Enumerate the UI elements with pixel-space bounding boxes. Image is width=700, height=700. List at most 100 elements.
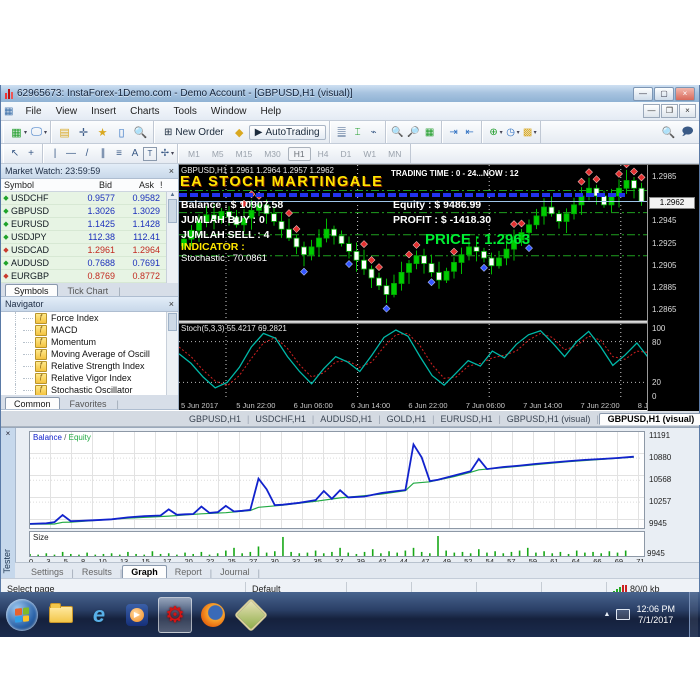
- navigator-item-momentum[interactable]: ƒ Momentum: [1, 336, 178, 349]
- market-watch-row[interactable]: ◆GBPUSD1.30261.30293: [1, 205, 178, 219]
- market-watch-row[interactable]: ◆EURUSD1.14251.14283: [1, 218, 178, 232]
- column-ask[interactable]: Ask: [115, 180, 157, 190]
- tray-expand-icon[interactable]: ▲: [604, 611, 611, 618]
- strategy-tester-icon[interactable]: 🔍: [131, 124, 150, 141]
- crosshair-tool-icon[interactable]: +: [23, 145, 39, 162]
- stochastic-panel[interactable]: Stoch(5,3,3) 55.4217 69.2821: [178, 324, 650, 400]
- minimize-button[interactable]: —: [633, 86, 653, 101]
- menu-view[interactable]: View: [49, 104, 85, 119]
- chart-tab-0[interactable]: GBPUSD,H1: [183, 414, 247, 424]
- main-chart-plot[interactable]: GBPUSD,H1 1.2961 1.2964 1.2957 1.2962 EA…: [179, 160, 649, 320]
- taskbar-media-player-button[interactable]: ▶: [120, 597, 154, 633]
- market-watch-toggle-icon[interactable]: ▤: [55, 124, 74, 141]
- tray-network-icon[interactable]: [616, 609, 631, 620]
- tester-tab-graph[interactable]: Graph: [122, 565, 167, 578]
- metaeditor-icon[interactable]: ◆: [230, 124, 249, 141]
- show-desktop-button[interactable]: [689, 592, 698, 637]
- start-button[interactable]: [6, 598, 38, 631]
- market-watch-scrollbar[interactable]: ▲: [166, 192, 178, 283]
- text-tool-icon[interactable]: A: [127, 145, 143, 162]
- menu-charts[interactable]: Charts: [123, 104, 166, 119]
- chat-icon[interactable]: 🗩: [678, 124, 697, 141]
- mdi-minimize-button[interactable]: —: [643, 104, 660, 118]
- menu-help[interactable]: Help: [253, 104, 288, 119]
- title-bar[interactable]: 62965673: InstaForex-1Demo.com - Demo Ac…: [1, 85, 699, 102]
- tab-tick-chart[interactable]: Tick Chart: [60, 285, 117, 296]
- fibonacci-tool-icon[interactable]: ≡: [111, 145, 127, 162]
- chart-tab-5[interactable]: GBPUSD,H1 (visual): [501, 414, 597, 424]
- market-watch-row[interactable]: ◆USDJPY112.38112.413: [1, 231, 178, 245]
- new-order-button[interactable]: ⊞ New Order: [158, 125, 230, 140]
- market-watch-row[interactable]: ◆AUDUSD0.76880.76913: [1, 257, 178, 271]
- tab-favorites[interactable]: Favorites: [62, 398, 115, 409]
- vertical-line-tool-icon[interactable]: |: [47, 145, 63, 162]
- auto-scroll-icon[interactable]: ⇥: [446, 124, 462, 141]
- timeframe-m5[interactable]: M5: [207, 148, 229, 160]
- tester-tab-journal[interactable]: Journal: [212, 566, 258, 578]
- terminal-toggle-icon[interactable]: ▯: [112, 124, 131, 141]
- chart-tab-2[interactable]: AUDUSD,H1: [314, 414, 378, 424]
- navigator-header[interactable]: Navigator ×: [1, 297, 178, 313]
- trendline-tool-icon[interactable]: /: [79, 145, 95, 162]
- menu-file[interactable]: File: [18, 104, 48, 119]
- maximize-button[interactable]: ▢: [654, 86, 674, 101]
- cursor-tool-icon[interactable]: ↖: [7, 145, 23, 162]
- navigator-item-force-index[interactable]: ƒ Force Index: [1, 312, 178, 325]
- menu-window[interactable]: Window: [204, 104, 254, 119]
- taskbar-metatrader-setup-button[interactable]: [234, 597, 268, 633]
- search-icon[interactable]: 🔍: [659, 124, 678, 141]
- tester-tab-results[interactable]: Results: [74, 566, 120, 578]
- timeframe-w1[interactable]: W1: [358, 148, 381, 160]
- navigator-item-relative-strength-index[interactable]: ƒ Relative Strength Index: [1, 360, 178, 373]
- tester-tab-report[interactable]: Report: [167, 566, 210, 578]
- tester-graph[interactable]: Balance / Equity: [29, 431, 645, 529]
- tester-size-graph[interactable]: Size: [29, 531, 645, 557]
- mdi-restore-button[interactable]: ❐: [661, 104, 678, 118]
- column-spread[interactable]: !: [157, 180, 169, 190]
- navigator-item-relative-vigor-index[interactable]: ƒ Relative Vigor Index: [1, 372, 178, 385]
- chart-area[interactable]: GBPUSD,H1 1.2961 1.2964 1.2957 1.2962 EA…: [178, 160, 699, 411]
- tab-symbols[interactable]: Symbols: [5, 284, 58, 297]
- chart-tab-6[interactable]: GBPUSD,H1 (visual): [598, 412, 700, 425]
- tab-common[interactable]: Common: [5, 397, 60, 409]
- navigator-close-icon[interactable]: ×: [169, 299, 174, 309]
- horizontal-line-tool-icon[interactable]: —: [63, 145, 79, 162]
- tile-windows-icon[interactable]: ▦: [422, 124, 438, 141]
- navigator-item-macd[interactable]: ƒ MACD: [1, 324, 178, 337]
- data-window-icon[interactable]: ✛: [74, 124, 93, 141]
- taskbar-internet-explorer-button[interactable]: e: [82, 597, 116, 633]
- autotrading-button[interactable]: ▶ AutoTrading: [248, 124, 326, 140]
- time-axis[interactable]: 5 Jun 2017 5 Jun 22:00 6 Jun 06:00 6 Jun 14…: [179, 400, 679, 411]
- navigator-item-stochastic-oscillator[interactable]: ƒ Stochastic Oscillator: [1, 384, 178, 396]
- timeframe-h1[interactable]: H1: [287, 146, 311, 161]
- market-watch-close-icon[interactable]: ×: [169, 166, 174, 176]
- templates-dropdown-icon[interactable]: ▾: [534, 129, 537, 136]
- timeframe-m1[interactable]: M1: [183, 148, 205, 160]
- timeframe-h4[interactable]: H4: [313, 148, 334, 160]
- timeframe-d1[interactable]: D1: [335, 148, 356, 160]
- chart-tab-4[interactable]: EURUSD,H1: [434, 414, 498, 424]
- candlestick-chart-icon[interactable]: ⌶: [350, 124, 366, 141]
- text-label-tool-icon[interactable]: T: [143, 146, 157, 161]
- timeframe-m30[interactable]: M30: [259, 148, 286, 160]
- taskbar-firefox-button[interactable]: [196, 597, 230, 633]
- profiles-dropdown-icon[interactable]: ▾: [44, 129, 47, 136]
- navigator-scrollbar[interactable]: [166, 312, 178, 396]
- tester-tab-settings[interactable]: Settings: [23, 566, 72, 578]
- chart-shift-icon[interactable]: ⇤: [462, 124, 478, 141]
- arrows-dropdown-icon[interactable]: ▾: [171, 150, 174, 157]
- timeframe-m15[interactable]: M15: [231, 148, 258, 160]
- zoom-out-icon[interactable]: 🔎: [406, 124, 422, 141]
- zoom-in-icon[interactable]: 🔍: [390, 124, 406, 141]
- taskbar-explorer-button[interactable]: [44, 597, 78, 633]
- column-symbol[interactable]: Symbol: [1, 180, 73, 190]
- navigator-toggle-icon[interactable]: ★: [93, 124, 112, 141]
- bar-chart-icon[interactable]: 𝄛: [334, 124, 350, 141]
- menu-insert[interactable]: Insert: [84, 104, 123, 119]
- taskbar-mt4-button[interactable]: ⚙: [158, 596, 192, 633]
- line-chart-icon[interactable]: ⌁: [366, 124, 382, 141]
- timeframe-mn[interactable]: MN: [383, 148, 406, 160]
- close-button[interactable]: ×: [675, 86, 695, 101]
- market-watch-row[interactable]: ◆USDCHF0.95770.95825: [1, 192, 178, 206]
- menu-tools[interactable]: Tools: [167, 104, 204, 119]
